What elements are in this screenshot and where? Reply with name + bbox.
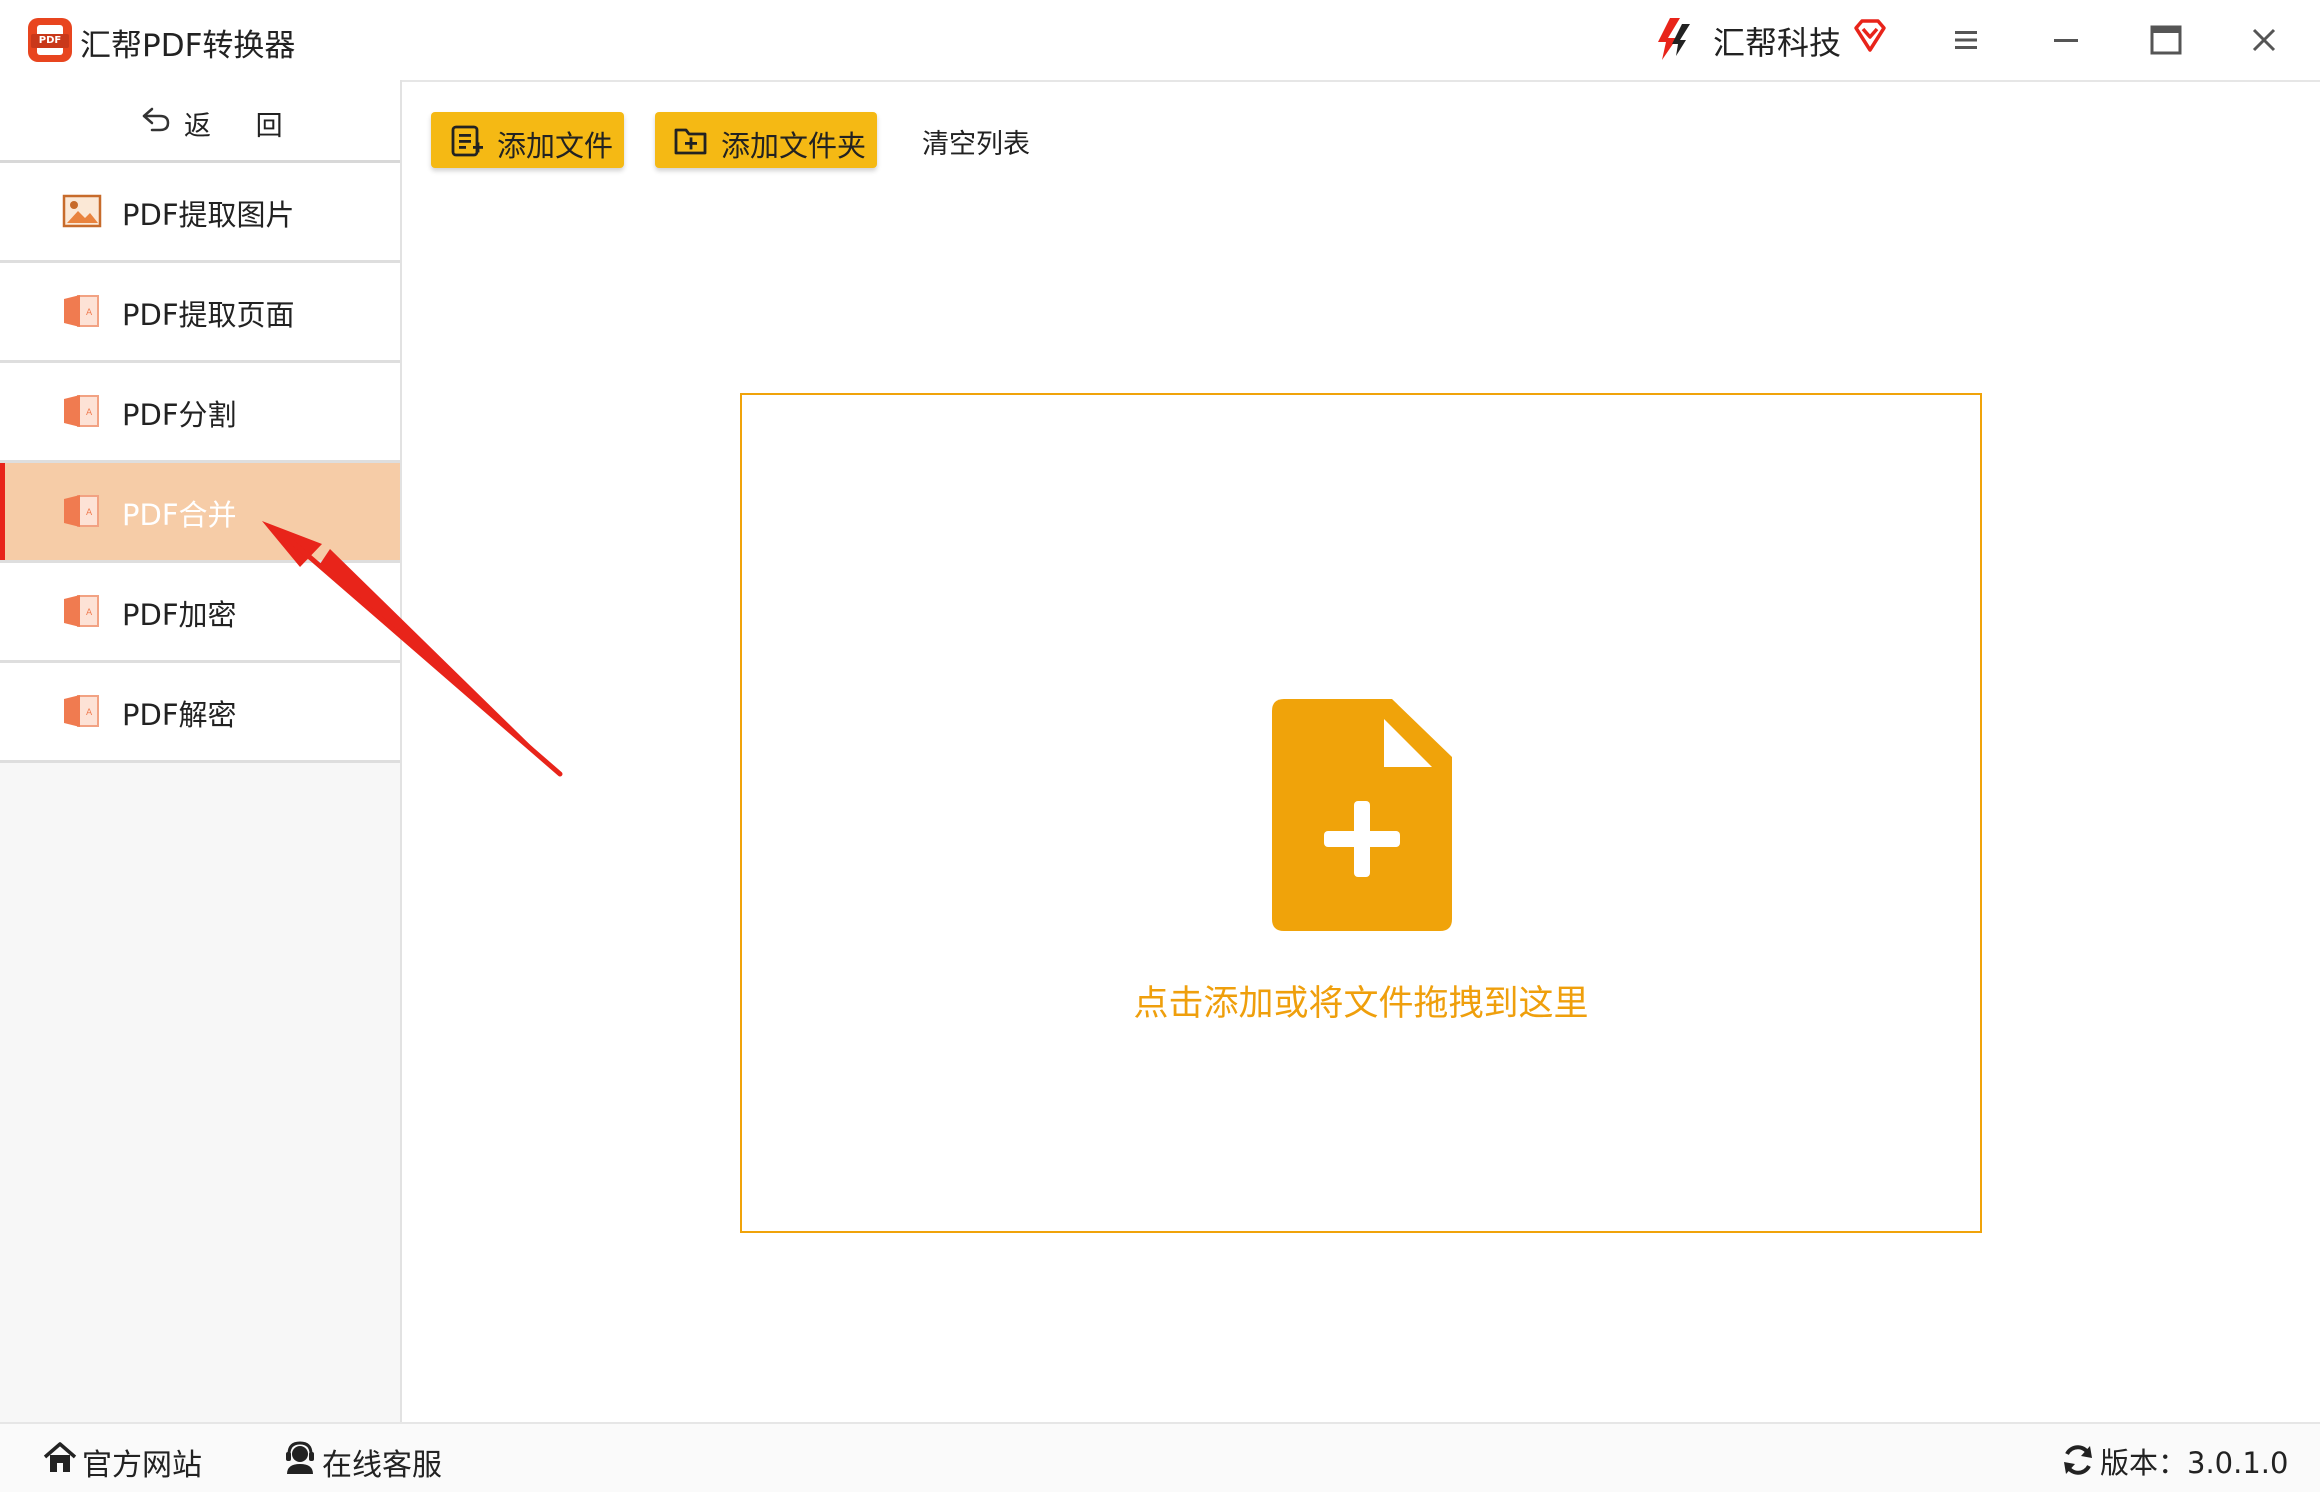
file-drop-zone[interactable]: 点击添加或将文件拖拽到这里 <box>740 393 1982 1233</box>
version-label: 版本：3.0.1.0 <box>2100 1440 2288 1482</box>
add-folder-icon <box>673 124 709 158</box>
drop-hint: 点击添加或将文件拖拽到这里 <box>742 975 1980 1026</box>
app-title: 汇帮PDF转换器 <box>80 20 295 65</box>
sidebar-item-label: PDF分割 <box>122 392 237 434</box>
refresh-icon <box>2060 1442 2096 1478</box>
sidebar-item-merge[interactable]: A PDF合并 <box>0 463 400 563</box>
pdf-file-icon: A <box>62 293 102 329</box>
add-folder-label: 添加文件夹 <box>721 123 866 165</box>
sidebar-item-label: PDF加密 <box>122 592 237 634</box>
pdf-file-icon: A <box>62 593 102 629</box>
add-file-icon[interactable] <box>1272 699 1452 931</box>
pdf-file-icon: A <box>62 393 102 429</box>
sidebar: 返 回 PDF提取图片 A PDF提取页面 A PDF分割 <box>0 80 402 1422</box>
svg-text:A: A <box>86 608 93 618</box>
sidebar-item-extract-pages[interactable]: A PDF提取页面 <box>0 263 400 363</box>
sidebar-item-extract-images[interactable]: PDF提取图片 <box>0 163 400 263</box>
sidebar-item-encrypt[interactable]: A PDF加密 <box>0 563 400 663</box>
add-folder-button[interactable]: 添加文件夹 <box>655 112 877 168</box>
svg-text:A: A <box>86 408 93 418</box>
status-bar: 官方网站 在线客服 版本：3.0.1.0 <box>0 1422 2320 1492</box>
back-label: 返 回 <box>184 104 301 143</box>
maximize-icon[interactable] <box>2146 20 2186 60</box>
brand-logo-icon <box>1650 14 1700 64</box>
vip-diamond-icon[interactable] <box>1850 16 1890 56</box>
clear-list-button[interactable]: 清空列表 <box>922 122 1030 161</box>
pdf-file-icon: A <box>62 493 102 529</box>
minimize-icon[interactable] <box>2046 20 2086 60</box>
official-website-link[interactable]: 官方网站 <box>42 1438 202 1478</box>
sidebar-item-label: PDF合并 <box>122 492 237 534</box>
customer-service-icon <box>282 1440 318 1476</box>
title-bar: PDF 汇帮PDF转换器 汇帮科技 <box>0 0 2320 82</box>
sidebar-item-split[interactable]: A PDF分割 <box>0 363 400 463</box>
active-marker <box>0 463 5 560</box>
back-arrow-icon <box>140 104 172 134</box>
brand-name: 汇帮科技 <box>1713 18 1841 64</box>
image-icon <box>62 193 102 229</box>
add-file-button[interactable]: 添加文件 <box>431 112 624 168</box>
back-button[interactable]: 返 回 <box>0 80 400 163</box>
close-icon[interactable] <box>2244 20 2284 60</box>
online-support-label: 在线客服 <box>322 1440 442 1484</box>
svg-text:A: A <box>86 508 93 518</box>
add-file-icon <box>449 124 485 158</box>
sidebar-item-decrypt[interactable]: A PDF解密 <box>0 663 400 763</box>
svg-text:A: A <box>86 308 93 318</box>
home-icon <box>42 1440 78 1476</box>
official-website-label: 官方网站 <box>82 1440 202 1484</box>
pdf-file-icon: A <box>62 693 102 729</box>
sidebar-item-label: PDF提取图片 <box>122 192 295 234</box>
online-support-link[interactable]: 在线客服 <box>282 1438 452 1478</box>
menu-icon[interactable] <box>1946 20 1986 60</box>
sidebar-item-label: PDF提取页面 <box>122 292 295 334</box>
add-file-label: 添加文件 <box>497 123 613 165</box>
sidebar-item-label: PDF解密 <box>122 692 237 734</box>
app-logo-icon: PDF <box>28 18 72 62</box>
svg-text:A: A <box>86 708 93 718</box>
